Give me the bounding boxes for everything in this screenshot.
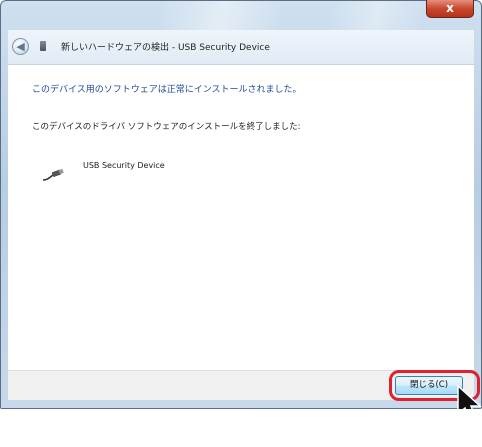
window-close-button[interactable]: x [426, 0, 474, 18]
device-name: USB Security Device [83, 161, 165, 170]
dialog-content [8, 65, 474, 399]
window-title: 新しいハードウェアの検出 - USB Security Device [61, 43, 270, 53]
install-info-text: このデバイスのドライバ ソフトウェアのインストールを終了しました: [32, 122, 301, 132]
usb-cable-icon [42, 168, 64, 181]
back-arrow-icon[interactable]: ◀ [12, 38, 29, 55]
hardware-device-icon [40, 41, 46, 51]
background-below-window [0, 409, 482, 447]
success-heading: このデバイス用のソフトウェアは正常にインストールされました。 [32, 85, 302, 95]
